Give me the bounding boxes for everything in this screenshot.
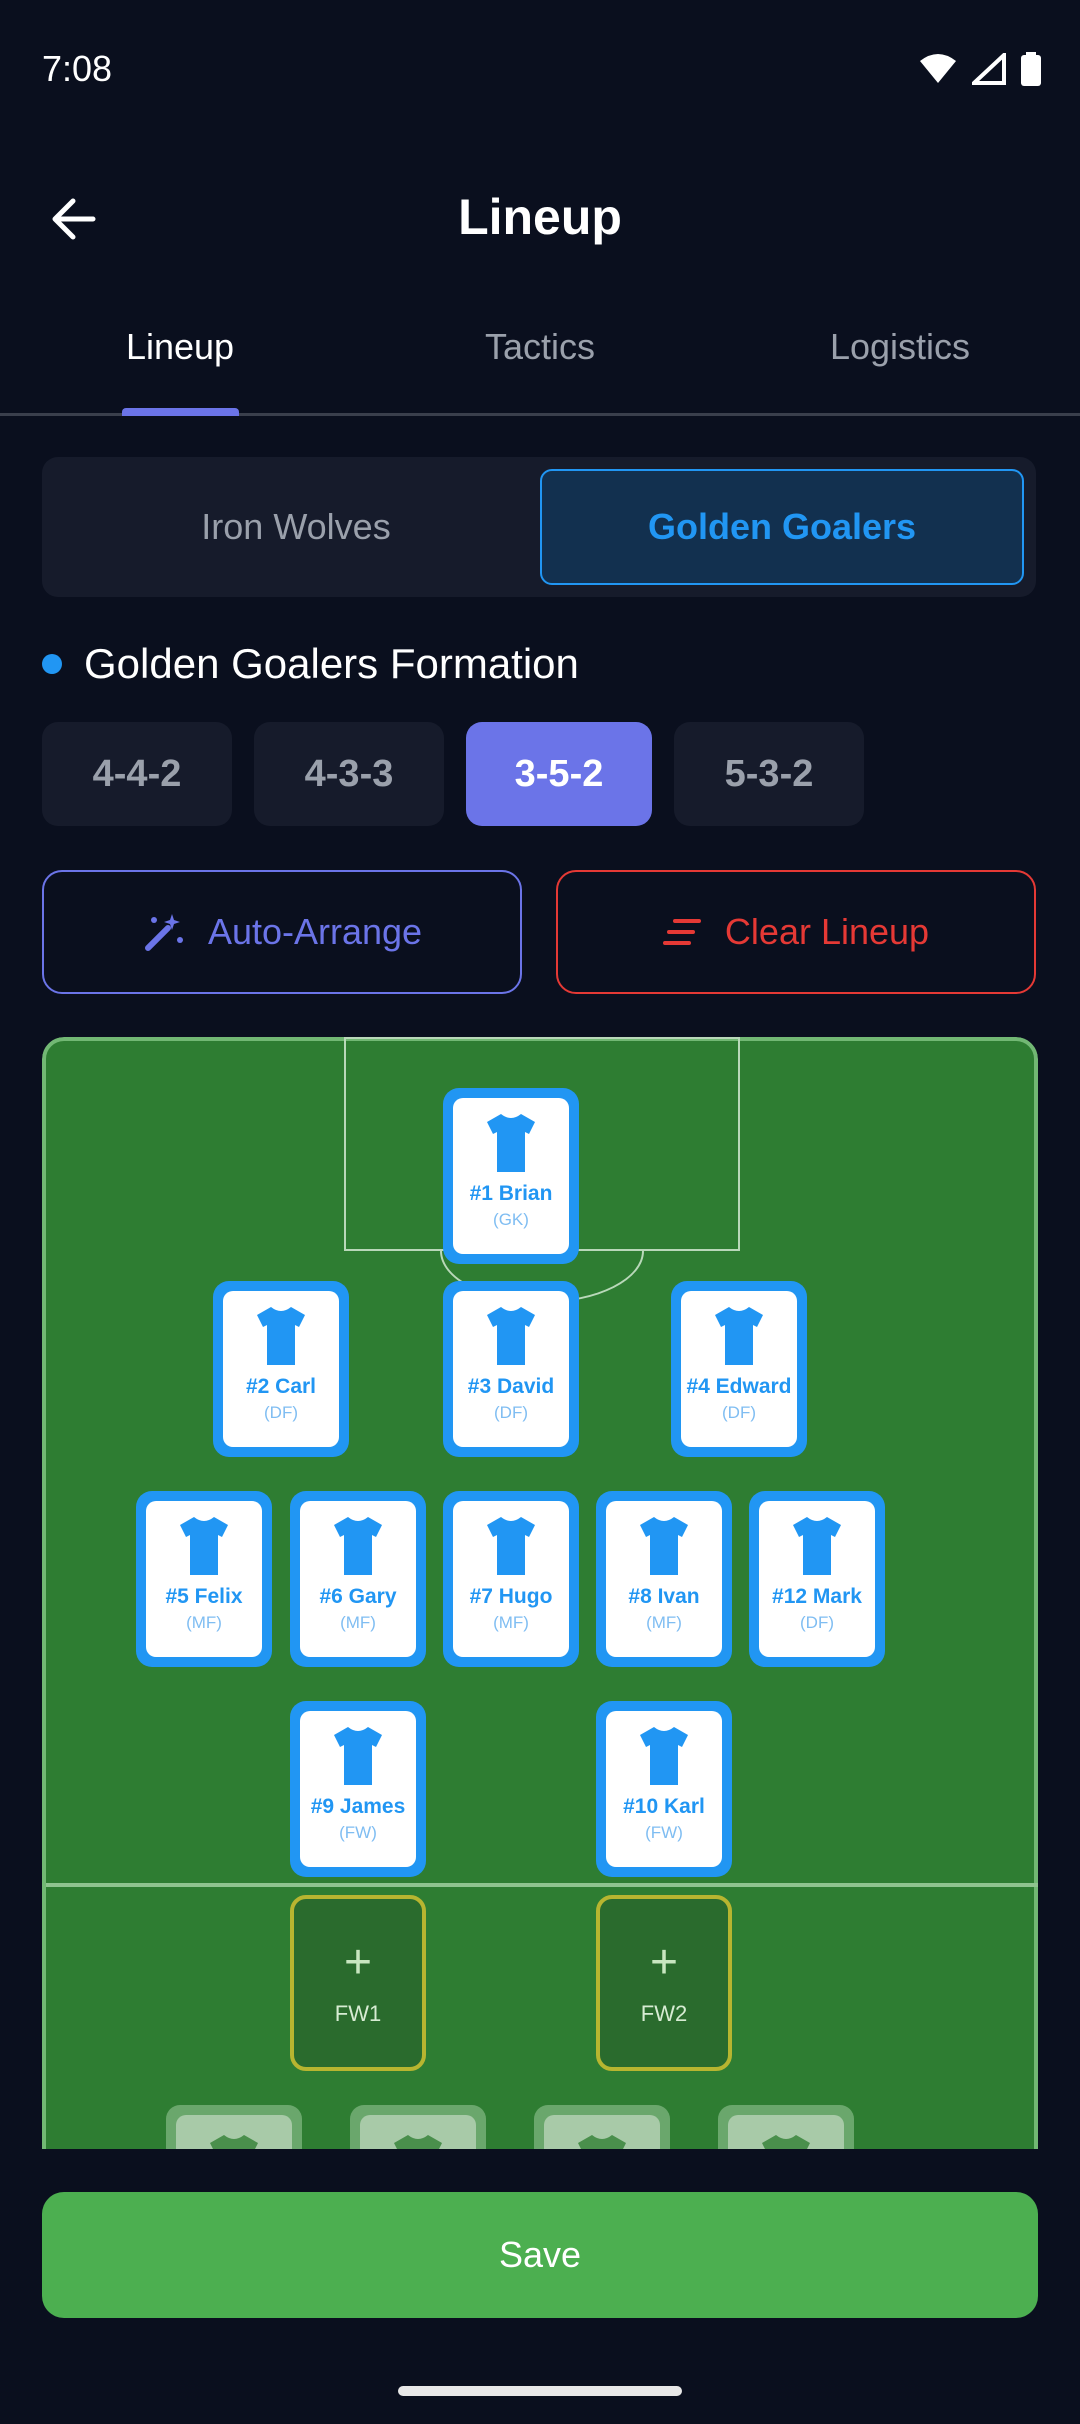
status-time: 7:08 [42, 48, 113, 89]
plus-icon: + [343, 1936, 373, 1989]
jersey-icon [257, 1307, 305, 1365]
clear-all-icon [662, 919, 701, 945]
jersey-icon [394, 2135, 442, 2149]
player-name: #1 Brian [469, 1182, 553, 1205]
player-card[interactable]: #4 Edward (DF) [671, 1281, 807, 1457]
player-card[interactable]: #2 Carl (DF) [213, 1281, 349, 1457]
jersey-icon [487, 1307, 535, 1365]
team-color-dot [42, 654, 62, 674]
formation-options: 4-4-2 4-3-3 3-5-2 5-3-2 [42, 722, 864, 826]
bench-card[interactable] [166, 2105, 302, 2149]
player-position: (MF) [646, 1613, 682, 1632]
player-card[interactable]: #3 David (DF) [443, 1281, 579, 1457]
player-name: #3 David [467, 1375, 555, 1398]
player-position: (FW) [645, 1823, 683, 1842]
empty-slot-fw1[interactable]: + FW1 [290, 1895, 426, 2071]
player-position: (MF) [340, 1613, 376, 1632]
player-position: (MF) [186, 1613, 222, 1632]
player-name: #12 Mark [772, 1585, 862, 1608]
clear-lineup-button[interactable]: Clear Lineup [556, 870, 1036, 994]
slot-label: FW1 [334, 2001, 382, 2026]
player-name: #4 Edward [686, 1375, 792, 1398]
jersey-icon [793, 1517, 841, 1575]
player-card[interactable]: #8 Ivan (MF) [596, 1491, 732, 1667]
jersey-icon [762, 2135, 810, 2149]
pitch-viewport[interactable]: #1 Brian (GK) #2 Carl (DF) #3 David (DF)… [42, 1037, 1038, 2149]
player-name: #7 Hugo [469, 1585, 553, 1608]
player-name: #8 Ivan [628, 1585, 700, 1608]
signal-icon [972, 53, 1006, 85]
status-icons [918, 52, 1042, 86]
player-card[interactable]: #12 Mark (DF) [749, 1491, 885, 1667]
wifi-icon [920, 54, 956, 83]
player-card[interactable]: #1 Brian (GK) [443, 1088, 579, 1264]
jersey-icon [578, 2135, 626, 2149]
formation-chip-5-3-2[interactable]: 5-3-2 [674, 722, 864, 826]
slot-label: FW2 [640, 2001, 688, 2026]
home-indicator[interactable] [398, 2386, 682, 2396]
player-card[interactable]: #5 Felix (MF) [136, 1491, 272, 1667]
halfway-line [46, 1883, 1038, 1887]
formation-chip-3-5-2[interactable]: 3-5-2 [466, 722, 652, 826]
tab-logistics[interactable]: Logistics [720, 300, 1080, 413]
player-name: #10 Karl [623, 1795, 705, 1818]
clear-lineup-label: Clear Lineup [724, 911, 930, 952]
empty-slot-fw2[interactable]: + FW2 [596, 1895, 732, 2071]
team-iron-wolves-button[interactable]: Iron Wolves [54, 469, 538, 585]
bench-card[interactable] [350, 2105, 486, 2149]
player-card[interactable]: #7 Hugo (MF) [443, 1491, 579, 1667]
player-name: #6 Gary [319, 1585, 397, 1608]
tab-indicator [122, 408, 239, 416]
player-position: (FW) [339, 1823, 377, 1842]
auto-arrange-label: Auto-Arrange [207, 911, 423, 952]
player-name: #9 James [310, 1795, 406, 1818]
formation-chip-4-3-3[interactable]: 4-3-3 [254, 722, 444, 826]
save-button[interactable]: Save [42, 2192, 1038, 2318]
bench-card[interactable] [718, 2105, 854, 2149]
team-switcher: Iron Wolves Golden Goalers [42, 457, 1036, 597]
formation-heading: Golden Goalers Formation [42, 640, 579, 688]
jersey-icon [180, 1517, 228, 1575]
jersey-icon [640, 1727, 688, 1785]
player-position: (GK) [493, 1210, 529, 1229]
player-card[interactable]: #6 Gary (MF) [290, 1491, 426, 1667]
pitch: #1 Brian (GK) #2 Carl (DF) #3 David (DF)… [42, 1037, 1038, 2149]
jersey-icon [640, 1517, 688, 1575]
magic-wand-icon [144, 914, 183, 951]
player-position: (DF) [722, 1403, 756, 1422]
tab-lineup[interactable]: Lineup [0, 300, 360, 413]
app-bar: Lineup [0, 160, 1080, 270]
player-card[interactable]: #10 Karl (FW) [596, 1701, 732, 1877]
auto-arrange-button[interactable]: Auto-Arrange [42, 870, 522, 994]
jersey-icon [487, 1114, 535, 1172]
jersey-icon [210, 2135, 258, 2149]
player-position: (DF) [800, 1613, 834, 1632]
bench-card[interactable] [534, 2105, 670, 2149]
tab-tactics[interactable]: Tactics [360, 300, 720, 413]
status-bar: 7:08 [0, 0, 1080, 140]
team-golden-goalers-button[interactable]: Golden Goalers [540, 469, 1024, 585]
player-position: (DF) [494, 1403, 528, 1422]
player-name: #5 Felix [165, 1585, 243, 1608]
player-position: (DF) [264, 1403, 298, 1422]
page-title: Lineup [458, 189, 622, 245]
jersey-icon [715, 1307, 763, 1365]
battery-icon [1021, 52, 1041, 86]
formation-chip-4-4-2[interactable]: 4-4-2 [42, 722, 232, 826]
tab-bar: Lineup Tactics Logistics [0, 300, 1080, 416]
player-position: (MF) [493, 1613, 529, 1632]
jersey-icon [334, 1517, 382, 1575]
player-card[interactable]: #9 James (FW) [290, 1701, 426, 1877]
plus-icon: + [649, 1936, 679, 1989]
jersey-icon [487, 1517, 535, 1575]
player-name: #2 Carl [245, 1375, 317, 1398]
jersey-icon [334, 1727, 382, 1785]
formation-title: Golden Goalers Formation [84, 640, 579, 687]
